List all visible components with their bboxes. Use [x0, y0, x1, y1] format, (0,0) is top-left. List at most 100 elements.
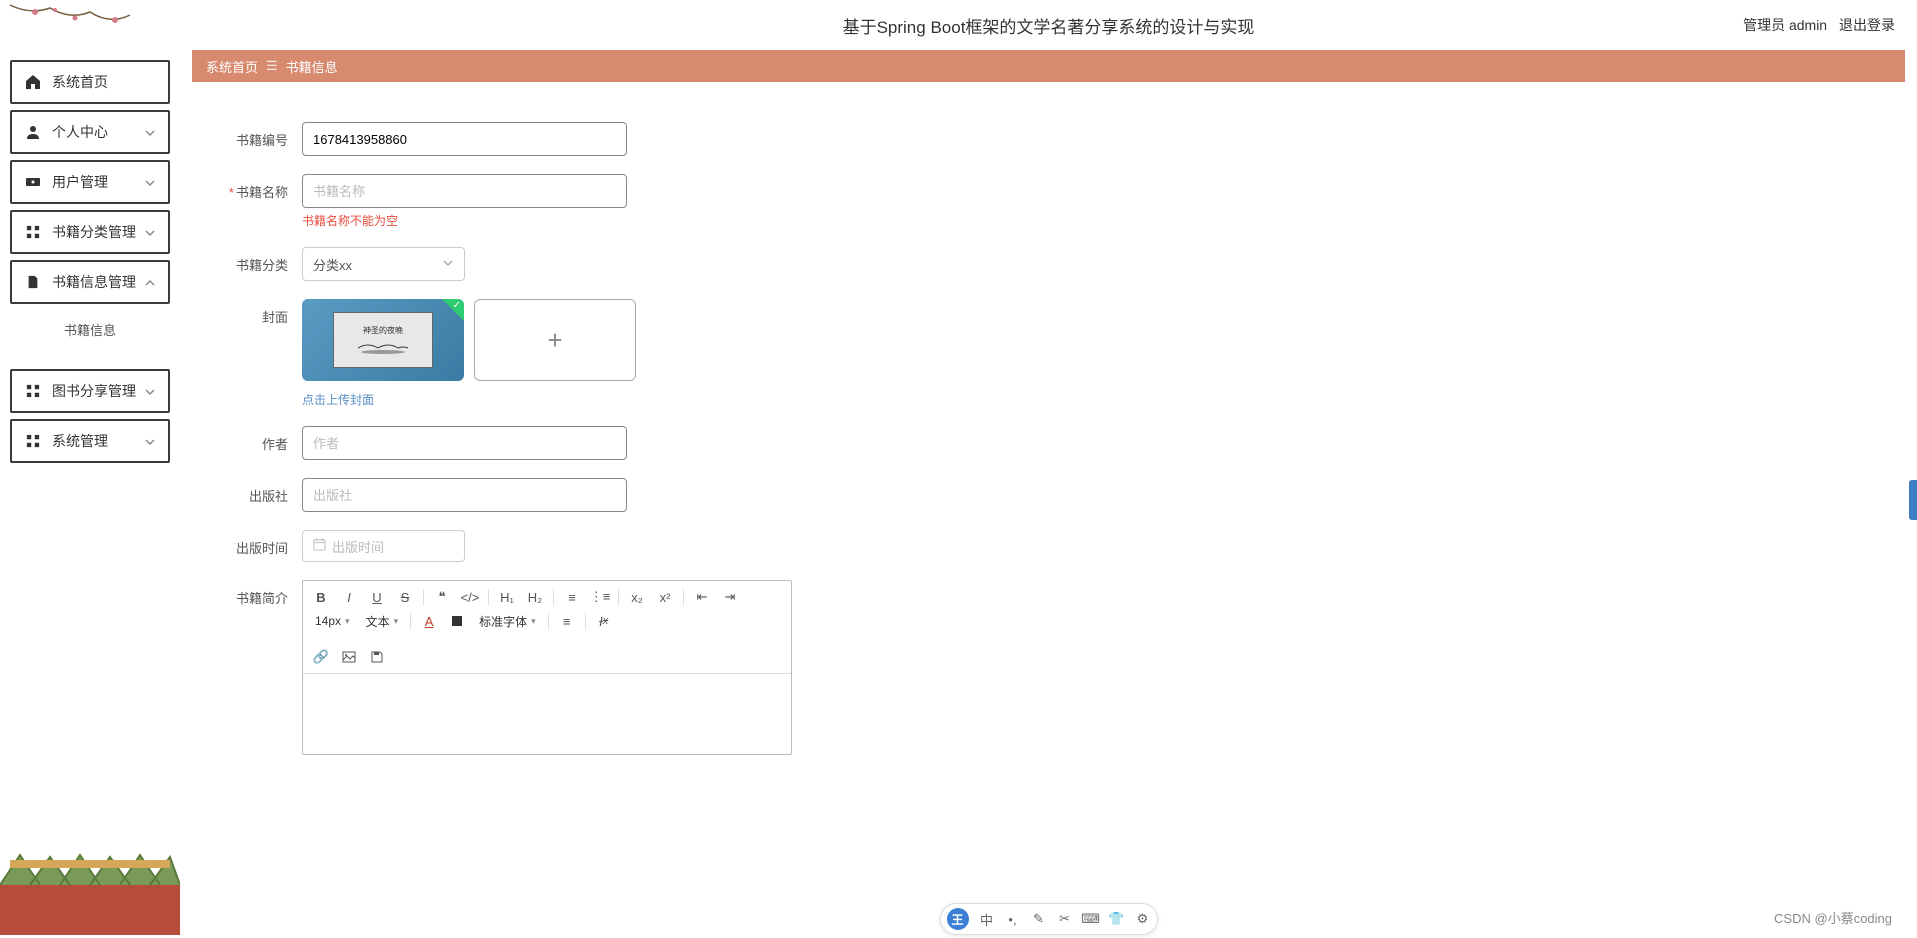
strike-button[interactable]: S — [395, 587, 415, 607]
font-size-select[interactable]: 14px▾ — [311, 614, 354, 628]
nav-sub-bookinfo[interactable]: 书籍信息 — [10, 310, 170, 349]
chevron-up-icon — [144, 276, 156, 288]
sidebar: 系统首页 个人中心 用户管理 书籍分类管理 书籍信息管理 书籍信息 图书分享管理 — [0, 0, 180, 935]
nav-category[interactable]: 书籍分类管理 — [10, 210, 170, 254]
admin-label: 管理员 admin — [1743, 17, 1827, 33]
font-family-select[interactable]: 标准字体▾ — [475, 613, 540, 630]
sup-button[interactable]: x² — [655, 587, 675, 607]
rich-editor: B I U S ❝ </> H₁ H₂ ≡ ⋮≡ — [302, 580, 792, 755]
nav-personal[interactable]: 个人中心 — [10, 110, 170, 154]
grid-icon — [24, 432, 42, 450]
date-placeholder: 出版时间 — [332, 537, 384, 556]
nav-label: 系统首页 — [52, 72, 156, 92]
breadcrumb-sep-icon: ☰ — [266, 58, 278, 74]
nav-label: 个人中心 — [52, 122, 144, 142]
error-book-name: 书籍名称不能为空 — [302, 212, 627, 229]
nav-system[interactable]: 系统管理 — [10, 419, 170, 463]
align-button[interactable]: ≡ — [557, 611, 577, 631]
ime-pen-icon[interactable]: ✎ — [1031, 911, 1047, 927]
ol-button[interactable]: ≡ — [562, 587, 582, 607]
chevron-down-icon — [144, 385, 156, 397]
image-button[interactable] — [339, 647, 359, 667]
sub-button[interactable]: x₂ — [627, 587, 647, 607]
nav-users[interactable]: 用户管理 — [10, 160, 170, 204]
nav-label: 书籍分类管理 — [52, 222, 144, 242]
label-book-id: 书籍编号 — [202, 122, 302, 149]
label-author: 作者 — [202, 426, 302, 453]
breadcrumb-current: 书籍信息 — [286, 57, 338, 76]
label-category: 书籍分类 — [202, 247, 302, 274]
chevron-down-icon — [144, 176, 156, 188]
hint-cover: 点击上传封面 — [302, 391, 636, 408]
decorative-building — [0, 785, 180, 935]
save-button[interactable] — [367, 647, 387, 667]
underline-button[interactable]: U — [367, 587, 387, 607]
label-cover: 封面 — [202, 299, 302, 326]
grid-icon — [24, 223, 42, 241]
editor-body[interactable] — [303, 674, 791, 754]
upload-cover-button[interactable]: + — [474, 299, 636, 381]
floating-toolbar: 王 中 •, ✎ ✂ ⌨ 👕 ⚙ — [940, 903, 1158, 935]
ime-badge-icon[interactable]: 王 — [947, 908, 969, 930]
file-icon — [24, 273, 42, 291]
input-book-name[interactable] — [302, 174, 627, 208]
breadcrumb-home[interactable]: 系统首页 — [206, 57, 258, 76]
ticket-icon — [24, 173, 42, 191]
plus-icon: + — [547, 325, 562, 356]
calendar-icon — [313, 538, 326, 554]
check-icon: ✓ — [453, 300, 461, 311]
label-book-name: *书籍名称 — [202, 174, 302, 201]
ime-scissor-icon[interactable]: ✂ — [1057, 911, 1073, 927]
select-value: 分类xx — [313, 255, 352, 274]
h2-button[interactable]: H₂ — [525, 587, 545, 607]
cover-preview[interactable]: 神圣的夜晚 ✓ — [302, 299, 464, 381]
code-button[interactable]: </> — [460, 587, 480, 607]
header: 基于Spring Boot框架的文学名著分享系统的设计与实现 管理员 admin… — [192, 0, 1905, 50]
editor-toolbar: B I U S ❝ </> H₁ H₂ ≡ ⋮≡ — [303, 581, 791, 674]
nav-home[interactable]: 系统首页 — [10, 60, 170, 104]
home-icon — [24, 73, 42, 91]
italic-button[interactable]: I — [339, 587, 359, 607]
main-content: 基于Spring Boot框架的文学名著分享系统的设计与实现 管理员 admin… — [180, 0, 1917, 935]
chevron-down-icon — [144, 226, 156, 238]
input-author[interactable] — [302, 426, 627, 460]
ime-shirt-icon[interactable]: 👕 — [1109, 911, 1125, 927]
chevron-down-icon — [442, 257, 454, 272]
form: 书籍编号 *书籍名称 书籍名称不能为空 书籍分类 分类xx — [192, 82, 1905, 783]
ime-punct-icon[interactable]: •, — [1005, 911, 1021, 927]
ul-button[interactable]: ⋮≡ — [590, 587, 610, 607]
bg-color-button[interactable] — [447, 611, 467, 631]
watermark: CSDN @小蔡coding — [1774, 908, 1892, 927]
nav-bookinfo[interactable]: 书籍信息管理 — [10, 260, 170, 304]
nav-label: 图书分享管理 — [52, 381, 144, 401]
bold-button[interactable]: B — [311, 587, 331, 607]
page-title: 基于Spring Boot框架的文学名著分享系统的设计与实现 — [843, 13, 1255, 38]
header-right: 管理员 admin 退出登录 — [1735, 15, 1895, 35]
ime-keyboard-icon[interactable]: ⌨ — [1083, 911, 1099, 927]
quote-button[interactable]: ❝ — [432, 587, 452, 607]
chevron-down-icon — [144, 435, 156, 447]
input-pubdate[interactable]: 出版时间 — [302, 530, 465, 562]
scroll-indicator[interactable] — [1909, 480, 1917, 520]
chevron-down-icon — [144, 126, 156, 138]
input-book-id[interactable] — [302, 122, 627, 156]
logout-link[interactable]: 退出登录 — [1839, 17, 1895, 33]
h1-button[interactable]: H₁ — [497, 587, 517, 607]
grid-icon — [24, 382, 42, 400]
format-select[interactable]: 文本▾ — [362, 613, 403, 630]
outdent-button[interactable]: ⇥ — [720, 587, 740, 607]
select-category[interactable]: 分类xx — [302, 247, 465, 281]
ime-gear-icon[interactable]: ⚙ — [1135, 911, 1151, 927]
input-publisher[interactable] — [302, 478, 627, 512]
breadcrumb: 系统首页 ☰ 书籍信息 — [192, 50, 1905, 82]
nav-label: 系统管理 — [52, 431, 144, 451]
ime-cn-icon[interactable]: 中 — [979, 911, 995, 927]
indent-button[interactable]: ⇤ — [692, 587, 712, 607]
nav-share[interactable]: 图书分享管理 — [10, 369, 170, 413]
clear-format-button[interactable]: Ix — [594, 611, 614, 631]
decorative-branch — [0, 0, 180, 60]
user-icon — [24, 123, 42, 141]
link-button[interactable]: 🔗 — [311, 647, 331, 667]
label-pubdate: 出版时间 — [202, 530, 302, 557]
font-color-button[interactable]: A — [419, 611, 439, 631]
